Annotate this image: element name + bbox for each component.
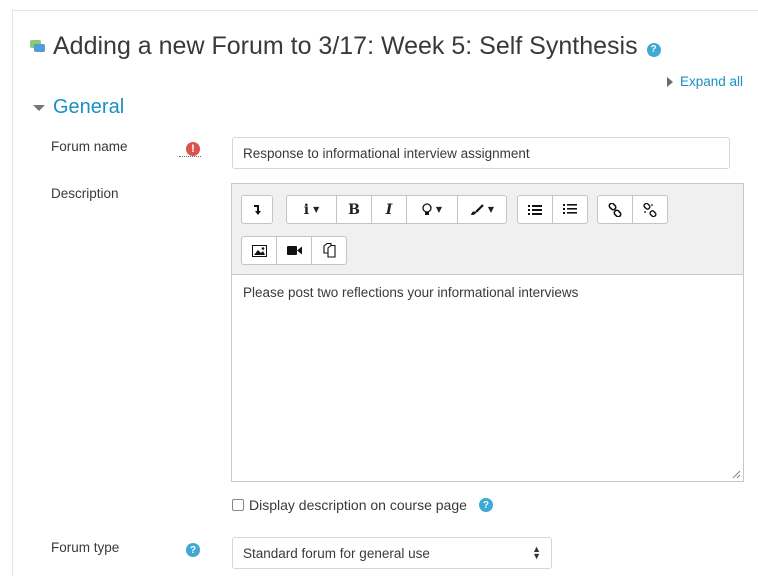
display-description-checkbox[interactable] — [232, 499, 244, 511]
page-title: Adding a new Forum to 3/17: Week 5: Self… — [30, 32, 661, 61]
copy-files-icon — [322, 243, 336, 258]
caret-right-icon — [666, 76, 673, 87]
page-title-text: Adding a new Forum to 3/17: Week 5: Self… — [53, 32, 638, 60]
description-text: Please post two reflections your informa… — [243, 285, 579, 300]
resize-handle-icon[interactable] — [732, 470, 741, 479]
toolbar-group-style: i ▼ B I ▼ ▼ — [286, 195, 507, 224]
editor-toolbar: i ▼ B I ▼ ▼ — [231, 183, 744, 275]
manage-files-button[interactable] — [311, 236, 347, 265]
insert-media-button[interactable] — [276, 236, 312, 265]
expand-all-link[interactable]: Expand all — [666, 74, 743, 89]
required-underline — [179, 156, 201, 157]
italic-icon: I — [385, 201, 393, 218]
bold-button[interactable]: B — [336, 195, 372, 224]
help-icon[interactable]: ? — [646, 42, 661, 57]
toolbar-group-links — [597, 195, 668, 224]
insert-image-button[interactable] — [241, 236, 277, 265]
section-general-toggle[interactable]: General — [33, 96, 124, 119]
help-icon[interactable]: ? — [186, 543, 200, 557]
unordered-list-button[interactable] — [517, 195, 553, 224]
text-color-button[interactable]: ▼ — [457, 195, 507, 224]
toolbar-group-media — [241, 236, 347, 265]
arrow-down-turn-icon — [254, 204, 261, 215]
required-icon: ! — [186, 142, 200, 156]
forum-name-input[interactable] — [232, 137, 730, 169]
video-camera-icon — [286, 246, 302, 255]
bold-icon: B — [348, 201, 360, 218]
unlink-button[interactable] — [632, 195, 668, 224]
forum-type-value: Standard forum for general use — [243, 545, 430, 561]
forum-type-label: Forum type — [51, 540, 120, 555]
section-general-label: General — [53, 96, 125, 118]
expand-all-label: Expand all — [679, 74, 743, 89]
display-description-row: Display description on course page ? — [232, 497, 493, 513]
help-icon[interactable]: ? — [478, 498, 493, 512]
paragraph-styles-button[interactable]: i ▼ — [286, 195, 337, 224]
left-border — [12, 10, 13, 576]
unlink-icon — [643, 202, 657, 217]
paintbrush-icon — [470, 203, 484, 215]
image-icon — [251, 244, 267, 257]
caret-down-icon — [33, 104, 45, 111]
collapse-button[interactable] — [241, 195, 273, 224]
forum-icon — [30, 39, 46, 54]
display-description-label: Display description on course page — [249, 497, 467, 513]
accessibility-checker-button[interactable]: ▼ — [406, 195, 458, 224]
forum-type-select[interactable]: Standard forum for general use ▲ ▼ — [232, 537, 552, 569]
description-editor[interactable]: Please post two reflections your informa… — [231, 274, 744, 482]
toolbar-group-collapse — [241, 195, 273, 224]
info-icon: i — [303, 201, 310, 218]
top-border — [12, 10, 758, 11]
chevron-down-icon: ▼ — [435, 205, 443, 214]
description-label: Description — [51, 186, 119, 201]
italic-button[interactable]: I — [371, 195, 407, 224]
link-icon — [608, 202, 622, 217]
forum-name-label: Forum name — [51, 139, 128, 154]
select-arrows-icon: ▲ ▼ — [532, 544, 541, 561]
link-button[interactable] — [597, 195, 633, 224]
numbered-list-icon — [563, 204, 577, 214]
toolbar-group-lists — [517, 195, 588, 224]
chevron-down-icon: ▼ — [313, 205, 320, 214]
chevron-down-icon: ▼ — [487, 205, 495, 214]
bullet-list-icon — [528, 204, 542, 215]
ordered-list-button[interactable] — [552, 195, 588, 224]
lightbulb-icon — [422, 203, 432, 215]
